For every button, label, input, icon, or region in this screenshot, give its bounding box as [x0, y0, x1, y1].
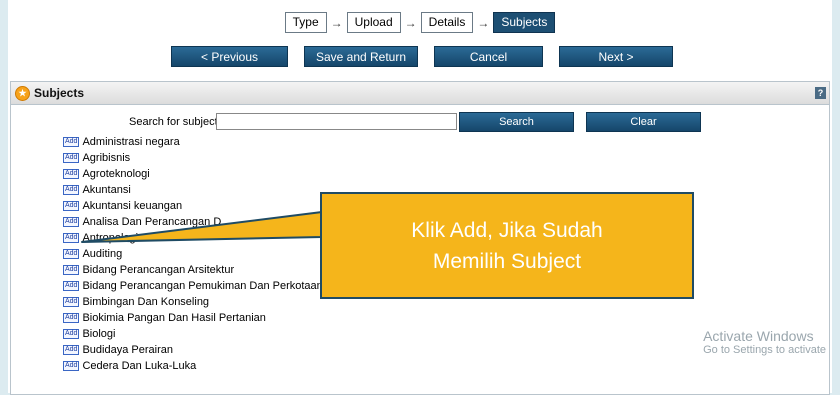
list-item: Add Bidang Perancangan Arsitektur — [63, 262, 323, 278]
workflow-stepper: Type → Upload → Details → Subjects — [8, 12, 832, 33]
subject-label: Antropologi — [82, 232, 139, 244]
help-icon[interactable]: ? — [815, 87, 826, 99]
add-button[interactable]: Add — [63, 265, 80, 275]
subject-label: Bimbingan Dan Konseling — [82, 296, 210, 308]
add-button[interactable]: Add — [63, 297, 80, 307]
list-item: Add Akuntansi keuangan — [63, 198, 323, 214]
list-item: Add Bidang Perancangan Pemukiman Dan Perk… — [63, 278, 323, 294]
subject-label: Akuntansi — [82, 184, 131, 196]
list-item: Add Cedera Dan Luka-Luka — [63, 358, 323, 374]
navigation-buttons: < Previous Save and Return Cancel Next > — [171, 46, 673, 67]
next-button[interactable]: Next > — [559, 46, 673, 67]
search-button[interactable]: Search — [459, 112, 574, 132]
panel-header: ★ Subjects ? — [11, 82, 829, 105]
subject-label: Bidang Perancangan Pemukiman Dan Perkota… — [82, 280, 323, 292]
step-details[interactable]: Details — [420, 12, 474, 33]
arrow-icon: → — [404, 15, 417, 30]
subject-label: Akuntansi keuangan — [82, 200, 183, 212]
subject-label: Agribisnis — [82, 152, 131, 164]
callout-line-2: Memilih Subject — [432, 249, 582, 273]
list-item: Add Biologi — [63, 326, 323, 342]
search-row: Search for subject: Search Clear — [11, 112, 829, 132]
step-upload[interactable]: Upload — [346, 12, 401, 33]
cancel-button[interactable]: Cancel — [434, 46, 543, 67]
search-label: Search for subject: — [129, 116, 221, 128]
list-item: Add Budidaya Perairan — [63, 342, 323, 358]
subject-label: Administrasi negara — [82, 136, 180, 148]
instruction-callout: Klik Add, Jika Sudah Memilih Subject — [320, 192, 694, 299]
add-button[interactable]: Add — [63, 281, 80, 291]
add-button[interactable]: Add — [63, 361, 80, 371]
list-item: Add Agribisnis — [63, 150, 323, 166]
clear-button[interactable]: Clear — [586, 112, 701, 132]
list-item: Add Akuntansi — [63, 182, 323, 198]
add-button[interactable]: Add — [63, 345, 80, 355]
subject-search-input[interactable] — [216, 113, 457, 130]
list-item: Add Administrasi negara — [63, 134, 323, 150]
previous-button[interactable]: < Previous — [171, 46, 288, 67]
list-item: Add Analisa Dan Perancangan D — [63, 214, 323, 230]
watermark-line-2: Go to Settings to activate — [703, 344, 826, 356]
list-item: Add Auditing — [63, 246, 323, 262]
panel-title: Subjects — [34, 86, 85, 100]
subject-label: Agroteknologi — [82, 168, 150, 180]
watermark-line-1: Activate Windows — [703, 328, 814, 344]
arrow-icon: → — [477, 15, 490, 30]
add-button[interactable]: Add — [63, 233, 80, 243]
add-button[interactable]: Add — [63, 137, 80, 147]
add-button[interactable]: Add — [63, 201, 80, 211]
add-button[interactable]: Add — [63, 217, 80, 227]
add-button[interactable]: Add — [63, 185, 80, 195]
subject-list: Add Administrasi negara Add Agribisnis Add… — [63, 134, 323, 374]
callout-line-1: Klik Add, Jika Sudah — [411, 218, 603, 242]
add-button[interactable]: Add — [63, 153, 80, 163]
list-item: Add Antropologi — [63, 230, 323, 246]
list-item: Add Biokimia Pangan Dan Hasil Pertanian — [63, 310, 323, 326]
list-item: Add Agroteknologi — [63, 166, 323, 182]
subjects-icon: ★ — [15, 85, 30, 101]
subject-label: Cedera Dan Luka-Luka — [82, 360, 197, 372]
add-button[interactable]: Add — [63, 249, 80, 259]
arrow-icon: → — [330, 15, 343, 30]
add-button[interactable]: Add — [63, 169, 80, 179]
subject-label: Biokimia Pangan Dan Hasil Pertanian — [82, 312, 266, 324]
list-item: Add Bimbingan Dan Konseling — [63, 294, 323, 310]
step-subjects[interactable]: Subjects — [493, 12, 556, 33]
add-button[interactable]: Add — [63, 329, 80, 339]
subject-label: Analisa Dan Perancangan D — [82, 216, 222, 228]
subject-label: Bidang Perancangan Arsitektur — [82, 264, 235, 276]
save-and-return-button[interactable]: Save and Return — [304, 46, 418, 67]
activation-watermark: Activate Windows Go to Settings to activ… — [703, 328, 826, 356]
step-type[interactable]: Type — [284, 12, 327, 33]
subject-label: Biologi — [82, 328, 116, 340]
subject-label: Auditing — [82, 248, 123, 260]
subject-label: Budidaya Perairan — [82, 344, 173, 356]
add-button[interactable]: Add — [63, 313, 80, 323]
